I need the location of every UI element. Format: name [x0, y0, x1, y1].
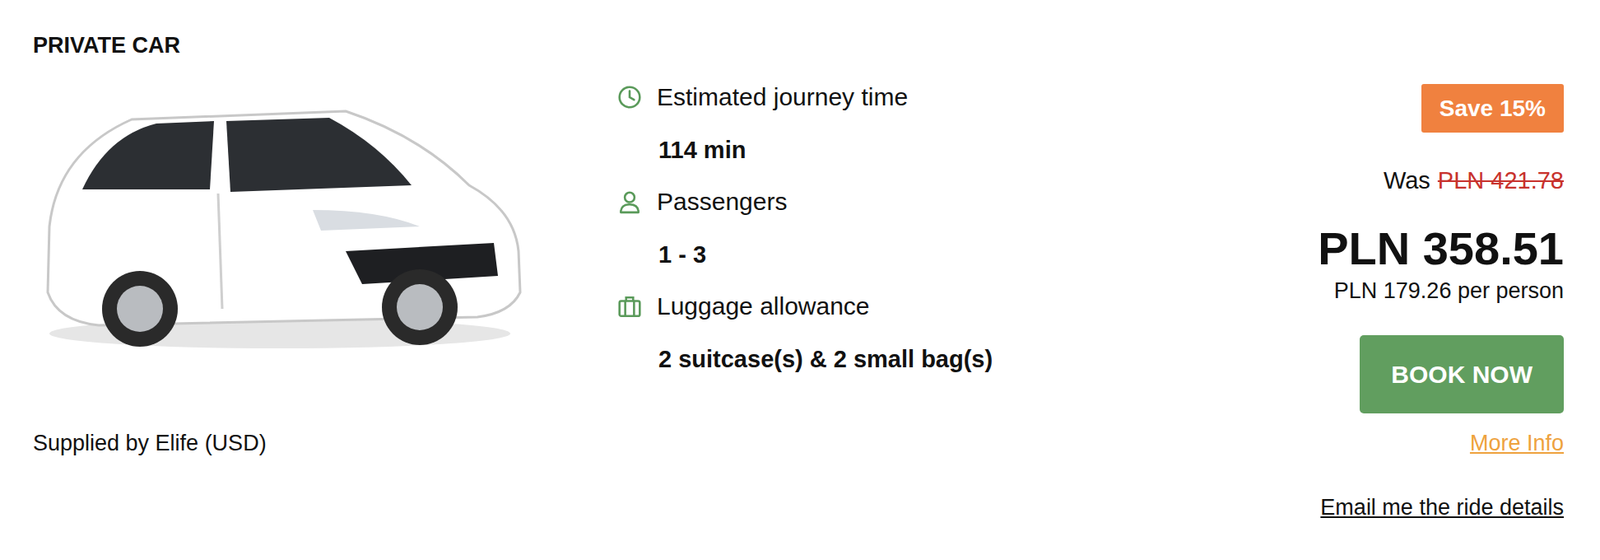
book-now-button[interactable]: BOOK NOW — [1359, 334, 1564, 414]
discount-badge: Save 15% — [1421, 83, 1564, 133]
detail-value: 2 suitcase(s) & 2 small bag(s) — [617, 344, 1318, 374]
more-info-link[interactable]: More Info — [1469, 427, 1564, 458]
per-person-price: PLN 179.26 per person — [1334, 276, 1564, 305]
supplier-label: Supplied by Elife (USD) — [32, 427, 560, 458]
detail-item: Estimated journey time 114 min — [617, 82, 1318, 165]
detail-label: Estimated journey time — [656, 82, 908, 112]
clock-icon — [617, 84, 642, 110]
detail-value: 1 - 3 — [617, 239, 1318, 270]
vehicle-column: PRIVATE CAR Supplied by Elife (USD) — [32, 0, 560, 560]
person-icon — [617, 189, 642, 214]
detail-value: 114 min — [617, 134, 1318, 165]
detail-label: Passengers — [656, 186, 787, 217]
old-price-row: WasPLN 421.78 — [1383, 163, 1564, 197]
pricing: Save 15% WasPLN 421.78 PLN 358.51PLN 179.2… — [1317, 0, 1564, 560]
email-details-link[interactable]: Email me the ride details — [1320, 492, 1564, 522]
detail-item: Passengers 1 - 3 — [617, 186, 1318, 270]
ride-details: Estimated journey time 114 min Passengers 1… — [617, 0, 1318, 560]
luggage-icon — [617, 293, 642, 319]
detail-label: Luggage allowance — [656, 291, 870, 321]
old-price: PLN 421.78 — [1437, 163, 1564, 197]
vehicle-title: PRIVATE CAR — [32, 30, 560, 61]
price: PLN 358.51 — [1317, 221, 1564, 276]
detail-item: Luggage allowance 2 suitcase(s) & 2 small… — [617, 291, 1318, 374]
private-car-offer: PRIVATE CAR Supplied by Elife (USD) Estima… — [0, 0, 1600, 560]
car-icon — [32, 86, 527, 359]
